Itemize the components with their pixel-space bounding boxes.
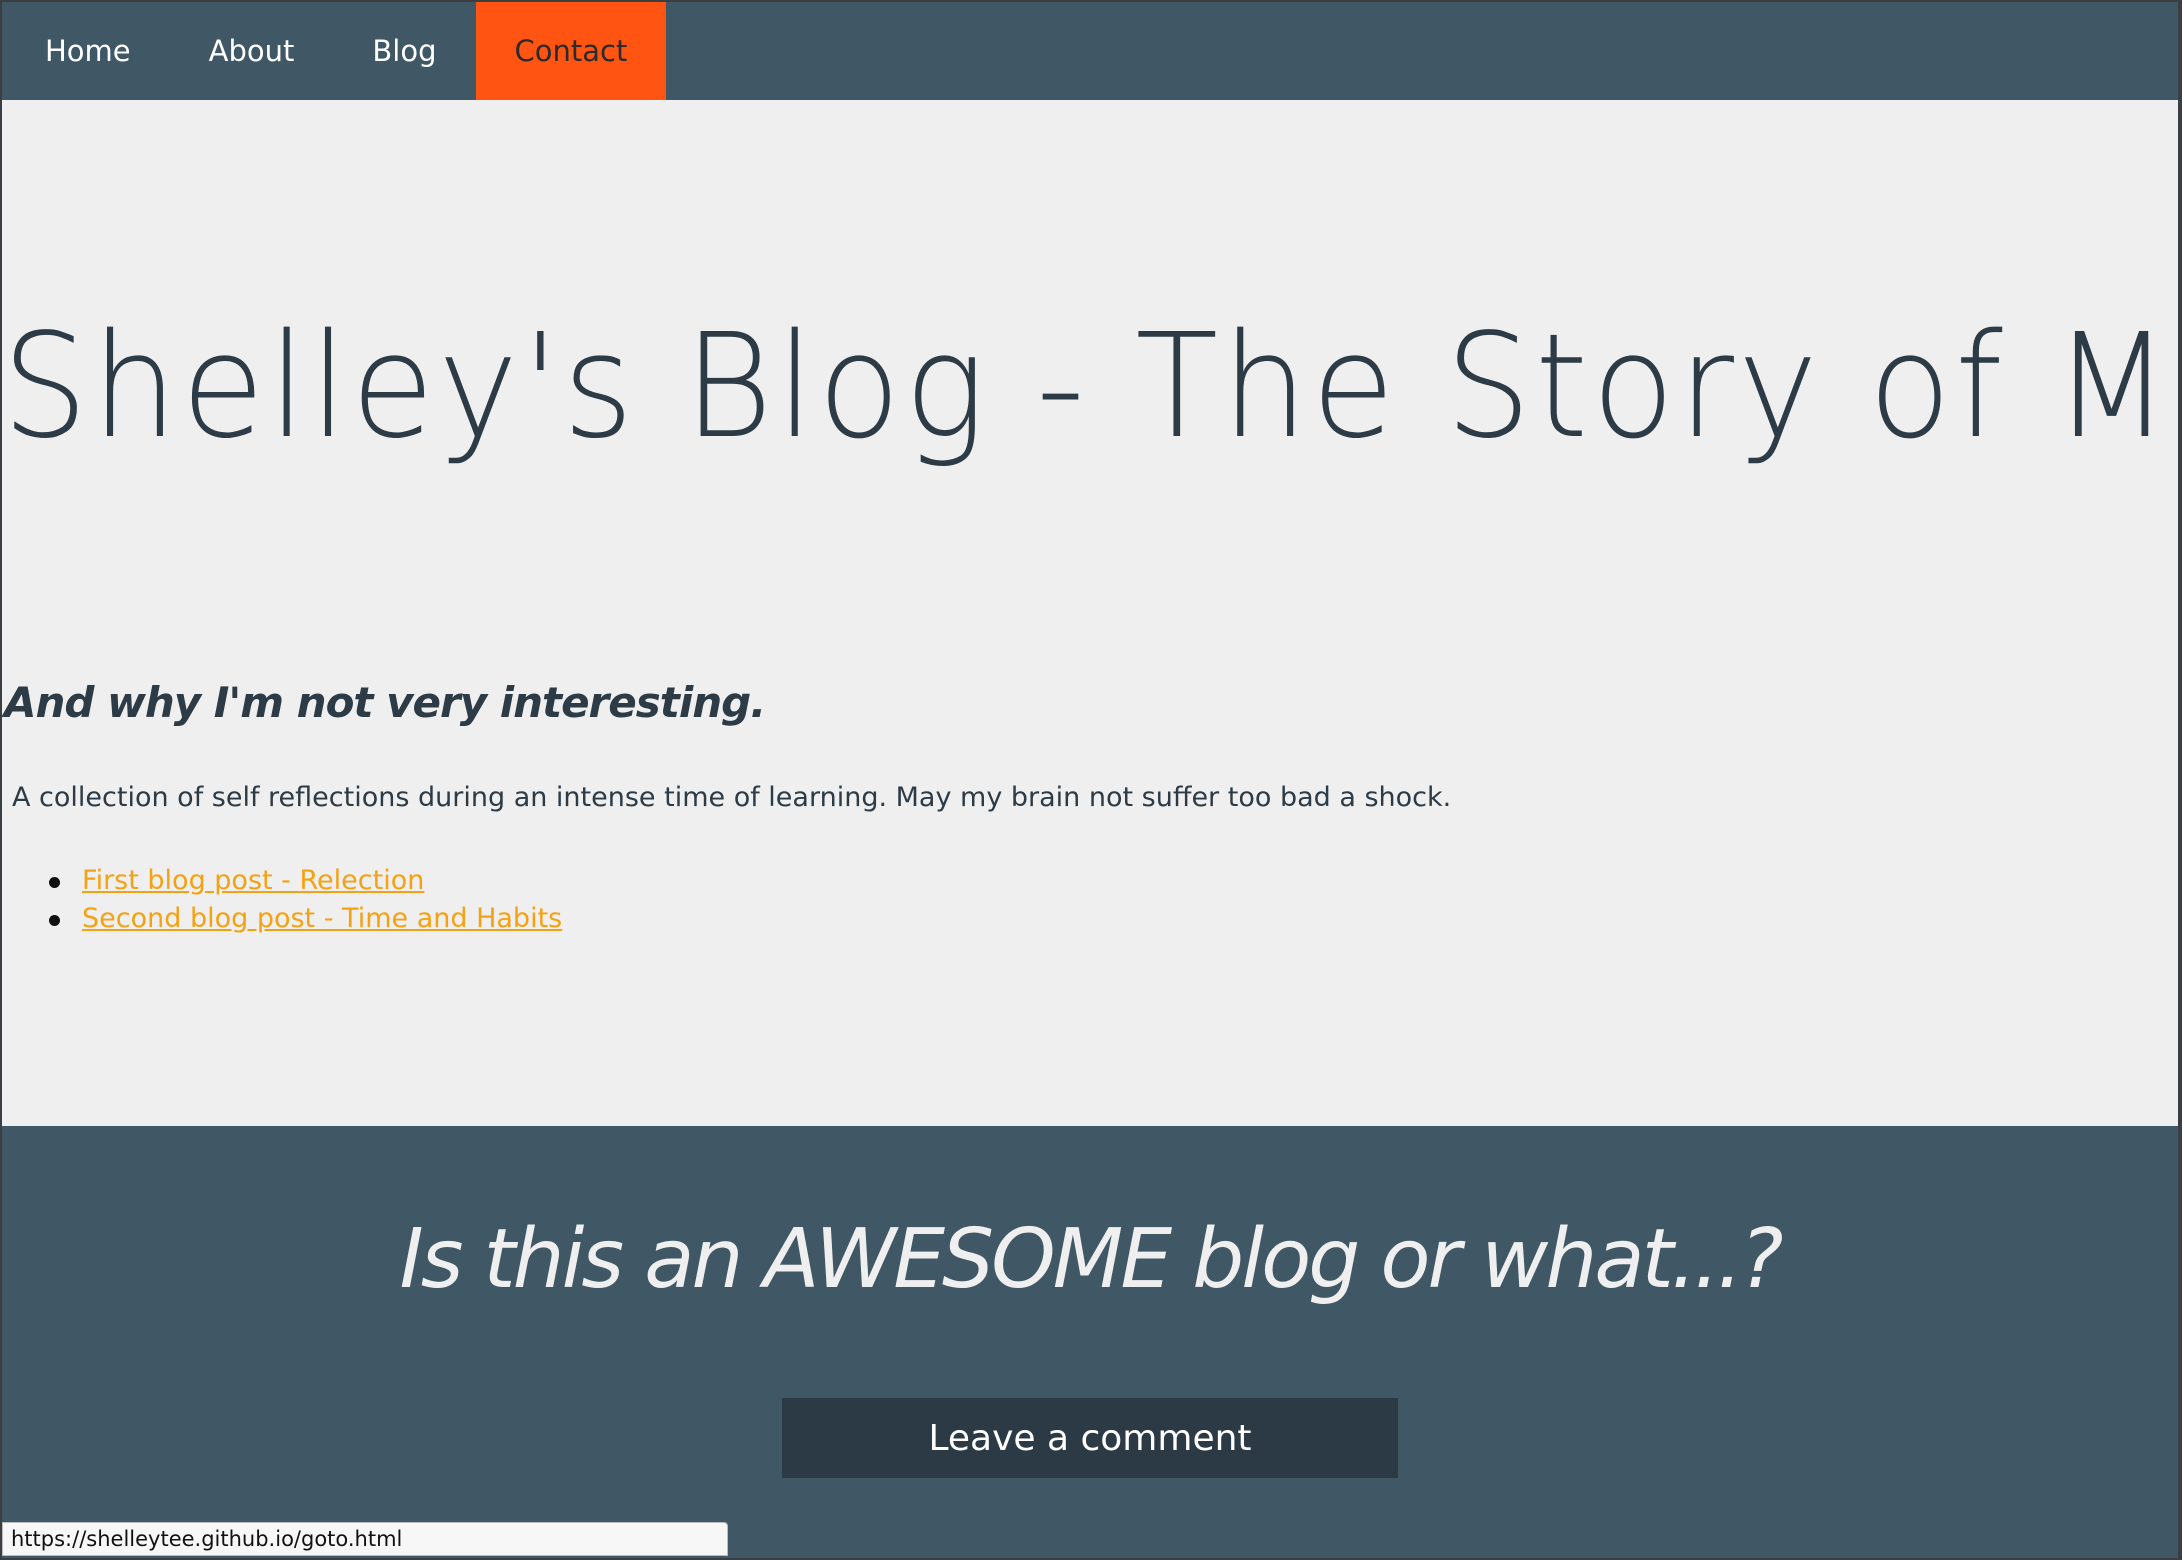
intro-text: A collection of self reflections during …	[12, 782, 1452, 813]
nav-item-contact[interactable]: Contact	[475, 2, 667, 100]
nav-item-about[interactable]: About	[170, 2, 334, 100]
list-item: First blog post - Relection	[48, 862, 562, 900]
page-subtitle: And why I'm not very interesting.	[4, 678, 766, 727]
blog-post-link-second[interactable]: Second blog post - Time and Habits	[82, 903, 562, 934]
leave-comment-button[interactable]: Leave a comment	[782, 1398, 1398, 1478]
main-nav: Home About Blog Contact	[2, 2, 2178, 100]
nav-item-home[interactable]: Home	[6, 2, 170, 100]
list-item: Second blog post - Time and Habits	[48, 900, 562, 938]
footer-heading: Is this an AWESOME blog or what...?	[399, 1212, 1784, 1307]
nav-item-blog[interactable]: Blog	[333, 2, 475, 100]
footer: Is this an AWESOME blog or what...? Leav…	[2, 1126, 2178, 1558]
page: Home About Blog Contact Shelley's Blog -…	[2, 2, 2178, 1558]
blog-post-list: First blog post - Relection Second blog …	[48, 862, 562, 938]
page-title: Shelley's Blog - The Story of ME	[2, 302, 2178, 470]
blog-post-link-first[interactable]: First blog post - Relection	[82, 865, 424, 896]
status-bar-url: https://shelleytee.github.io/goto.html	[2, 1522, 728, 1556]
